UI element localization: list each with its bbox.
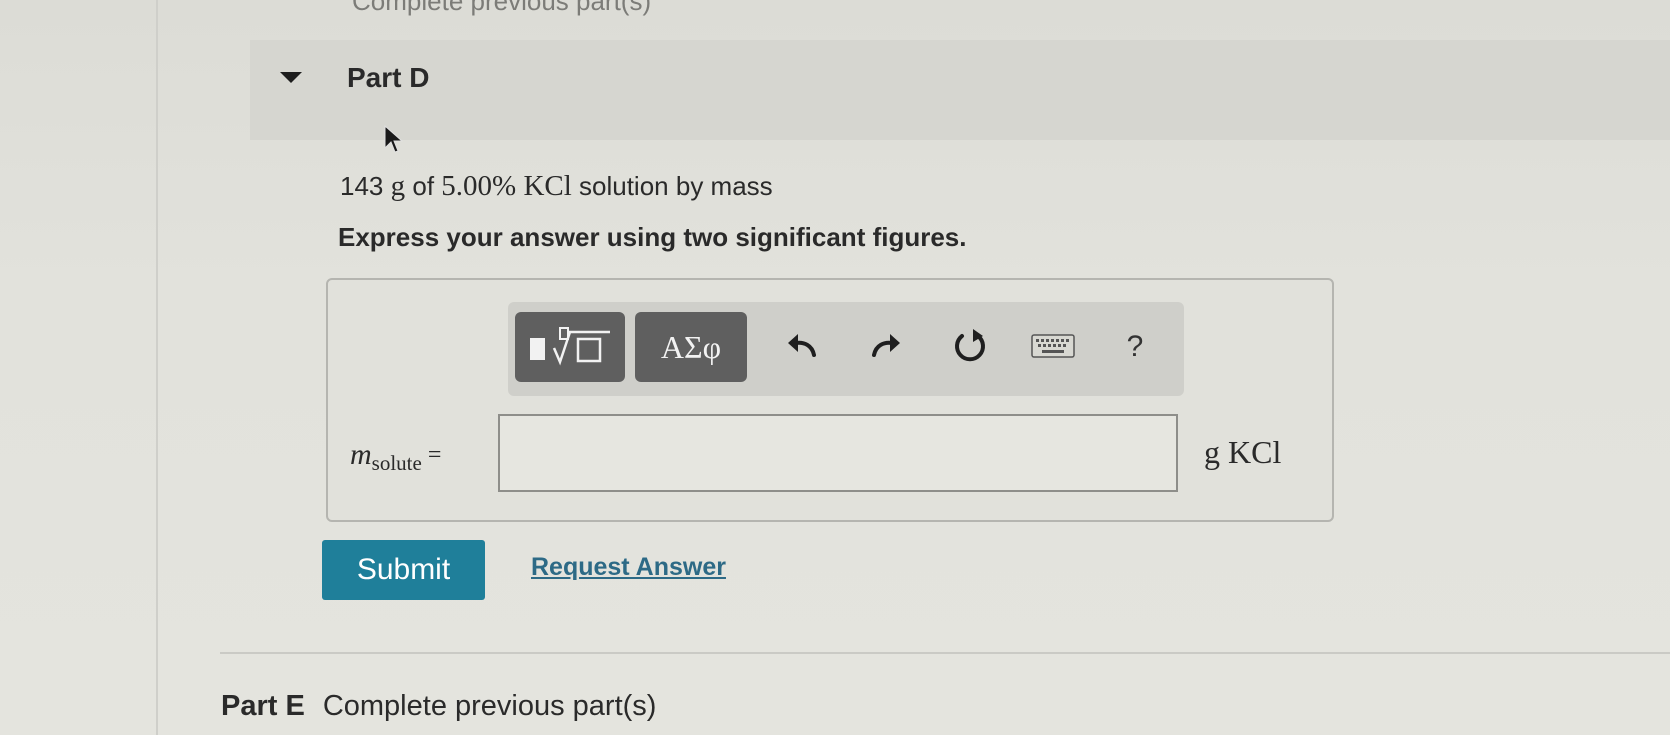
problem-compound: KCl	[523, 170, 572, 202]
equals-sign: =	[427, 442, 442, 468]
undo-button[interactable]	[777, 322, 827, 372]
reset-button[interactable]	[945, 322, 995, 372]
greek-symbols-button[interactable]: ΑΣφ	[635, 312, 747, 382]
instruction-text: Express your answer using two significan…	[338, 222, 967, 252]
redo-button[interactable]	[861, 322, 911, 372]
part-e-header[interactable]: Part E Complete previous part(s)	[221, 690, 656, 723]
submit-button[interactable]: Submit	[322, 540, 485, 600]
request-answer-link[interactable]: Request Answer	[531, 553, 726, 582]
problem-percent: 5.00%	[441, 170, 517, 202]
keyboard-button[interactable]	[1028, 322, 1078, 372]
page: Complete previous part(s) Part D 143 g o…	[0, 0, 1670, 735]
mouse-cursor-icon	[384, 124, 404, 153]
problem-mass-unit: g	[390, 170, 406, 202]
answer-input[interactable]	[498, 414, 1178, 492]
templates-icon	[530, 327, 610, 366]
part-d-header[interactable]	[250, 40, 1670, 140]
unit-label: g KCl	[1204, 434, 1282, 470]
answer-variable-label: msolute =	[350, 438, 441, 476]
variable-subscript: solute	[371, 451, 422, 475]
help-button[interactable]: ?	[1110, 322, 1160, 372]
part-title: Part D	[347, 62, 430, 93]
left-divider	[156, 0, 158, 735]
keyboard-icon	[1031, 334, 1075, 358]
undo-icon	[788, 334, 816, 357]
previous-part-status: Complete previous part(s)	[352, 0, 652, 16]
reset-icon	[955, 329, 985, 362]
problem-mass: 143	[340, 171, 384, 201]
part-e-label: Part E	[221, 690, 305, 722]
problem-statement: 143 g of 5.00% KCl solution by mass	[340, 170, 773, 203]
section-divider	[220, 652, 1670, 654]
collapse-caret-icon[interactable]	[280, 72, 302, 83]
problem-tail: solution by mass	[579, 171, 773, 201]
variable-symbol: m	[350, 438, 372, 471]
templates-button[interactable]	[515, 312, 625, 382]
redo-icon	[872, 334, 900, 357]
problem-of: of	[412, 171, 435, 201]
part-e-status: Complete previous part(s)	[322, 690, 657, 722]
